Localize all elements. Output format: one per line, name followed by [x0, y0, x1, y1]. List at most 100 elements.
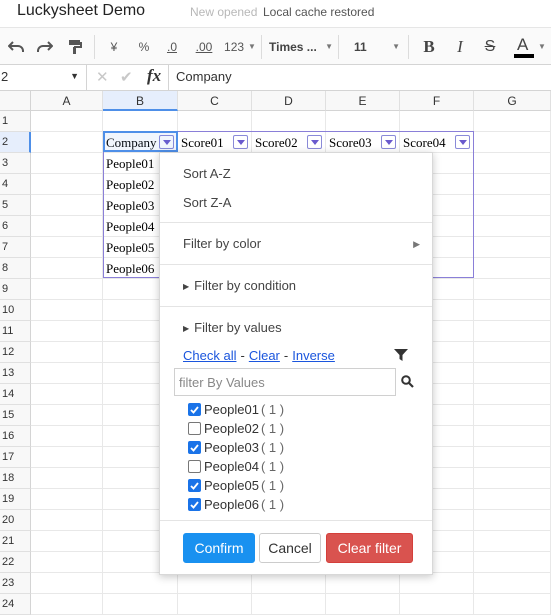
cell-a12[interactable]	[31, 342, 103, 363]
filter-value-item[interactable]: People02( 1 )	[188, 419, 428, 438]
filter-value-item[interactable]: People03( 1 )	[188, 438, 428, 457]
cell-g5[interactable]	[474, 195, 551, 216]
cell-a15[interactable]	[31, 405, 103, 426]
cell-a22[interactable]	[31, 552, 103, 573]
column-header-b[interactable]: B	[103, 91, 178, 111]
cell-a3[interactable]	[31, 153, 103, 174]
decrease-decimal-button[interactable]: .0	[160, 28, 184, 65]
cell-a19[interactable]	[31, 489, 103, 510]
checkbox-checked-icon[interactable]	[188, 403, 201, 416]
checkbox-checked-icon[interactable]	[188, 441, 201, 454]
filter-dropdown-icon[interactable]	[233, 135, 248, 149]
row-header-19[interactable]: 19	[0, 489, 31, 510]
row-header-16[interactable]: 16	[0, 426, 31, 447]
cell-g15[interactable]	[474, 405, 551, 426]
cell-g21[interactable]	[474, 531, 551, 552]
row-header-12[interactable]: 12	[0, 342, 31, 363]
cell-a11[interactable]	[31, 321, 103, 342]
row-header-8[interactable]: 8	[0, 258, 31, 279]
search-icon[interactable]	[401, 375, 414, 391]
percent-format-button[interactable]: %	[133, 28, 155, 65]
sort-z-a-item[interactable]: Sort Z-A	[160, 189, 432, 217]
function-icon[interactable]: fx	[147, 66, 161, 86]
cell-d24[interactable]	[252, 594, 326, 615]
filter-by-values-item[interactable]: ▶ Filter by values	[160, 314, 432, 342]
select-all-corner[interactable]	[0, 91, 31, 111]
cell-a6[interactable]	[31, 216, 103, 237]
row-header-2[interactable]: 2	[0, 132, 31, 153]
checkbox-checked-icon[interactable]	[188, 498, 201, 511]
cancel-button[interactable]: Cancel	[259, 533, 321, 563]
cell-e1[interactable]	[326, 111, 400, 132]
row-header-14[interactable]: 14	[0, 384, 31, 405]
cell-a7[interactable]	[31, 237, 103, 258]
cell-g13[interactable]	[474, 363, 551, 384]
cell-a1[interactable]	[31, 111, 103, 132]
cell-a9[interactable]	[31, 279, 103, 300]
cell-d23[interactable]	[252, 573, 326, 594]
name-box[interactable]: 2 ▼	[0, 65, 87, 90]
font-size-dropdown[interactable]: 11 ▼	[338, 28, 406, 65]
filter-value-item[interactable]: People05( 1 )	[188, 476, 428, 495]
filter-by-condition-item[interactable]: ▶ Filter by condition	[160, 272, 432, 300]
cell-g4[interactable]	[474, 174, 551, 195]
filter-values-search-input[interactable]	[174, 368, 396, 396]
cell-g14[interactable]	[474, 384, 551, 405]
filter-dropdown-icon[interactable]	[159, 135, 174, 149]
row-header-1[interactable]: 1	[0, 111, 31, 132]
cell-g8[interactable]	[474, 258, 551, 279]
cell-e2[interactable]: Score03	[326, 132, 400, 153]
cell-g3[interactable]	[474, 153, 551, 174]
undo-icon[interactable]	[4, 28, 28, 65]
row-header-13[interactable]: 13	[0, 363, 31, 384]
cell-g22[interactable]	[474, 552, 551, 573]
cell-a24[interactable]	[31, 594, 103, 615]
check-all-link[interactable]: Check all	[183, 348, 236, 363]
column-header-g[interactable]: G	[474, 91, 551, 111]
filter-dropdown-icon[interactable]	[307, 135, 322, 149]
confirm-formula-icon[interactable]: ✔	[120, 68, 133, 86]
column-header-f[interactable]: F	[400, 91, 474, 111]
cell-c2[interactable]: Score01	[178, 132, 252, 153]
cell-d2[interactable]: Score02	[252, 132, 326, 153]
clear-link[interactable]: Clear	[249, 348, 280, 363]
cell-g23[interactable]	[474, 573, 551, 594]
cell-f23[interactable]	[400, 573, 474, 594]
filter-value-item[interactable]: People04( 1 )	[188, 457, 428, 476]
column-header-d[interactable]: D	[252, 91, 326, 111]
column-header-c[interactable]: C	[178, 91, 252, 111]
checkbox-unchecked-icon[interactable]	[188, 422, 201, 435]
row-header-10[interactable]: 10	[0, 300, 31, 321]
filter-dropdown-icon[interactable]	[455, 135, 470, 149]
cancel-formula-icon[interactable]: ✕	[96, 68, 109, 86]
row-header-21[interactable]: 21	[0, 531, 31, 552]
row-header-22[interactable]: 22	[0, 552, 31, 573]
cell-g16[interactable]	[474, 426, 551, 447]
text-color-button[interactable]: A ▼	[509, 28, 549, 65]
cell-g2[interactable]	[474, 132, 551, 153]
row-header-17[interactable]: 17	[0, 447, 31, 468]
cell-c24[interactable]	[178, 594, 252, 615]
cell-a20[interactable]	[31, 510, 103, 531]
cell-g1[interactable]	[474, 111, 551, 132]
row-header-9[interactable]: 9	[0, 279, 31, 300]
italic-button[interactable]: I	[449, 28, 471, 65]
formula-input[interactable]: Company	[176, 69, 232, 84]
row-header-24[interactable]: 24	[0, 594, 31, 615]
row-header-3[interactable]: 3	[0, 153, 31, 174]
strikethrough-button[interactable]: S	[479, 28, 501, 65]
cell-b23[interactable]	[103, 573, 178, 594]
clear-filter-button[interactable]: Clear filter	[326, 533, 413, 563]
cell-g11[interactable]	[474, 321, 551, 342]
cell-b2[interactable]: Company	[103, 132, 178, 153]
currency-format-button[interactable]: ¥	[103, 28, 125, 65]
cell-g6[interactable]	[474, 216, 551, 237]
filter-value-item[interactable]: People06( 1 )	[188, 495, 428, 514]
cell-g18[interactable]	[474, 468, 551, 489]
bold-button[interactable]: B	[418, 28, 440, 65]
sort-a-z-item[interactable]: Sort A-Z	[160, 160, 432, 188]
cell-g12[interactable]	[474, 342, 551, 363]
increase-decimal-button[interactable]: .00	[190, 28, 218, 65]
row-header-6[interactable]: 6	[0, 216, 31, 237]
cell-a16[interactable]	[31, 426, 103, 447]
